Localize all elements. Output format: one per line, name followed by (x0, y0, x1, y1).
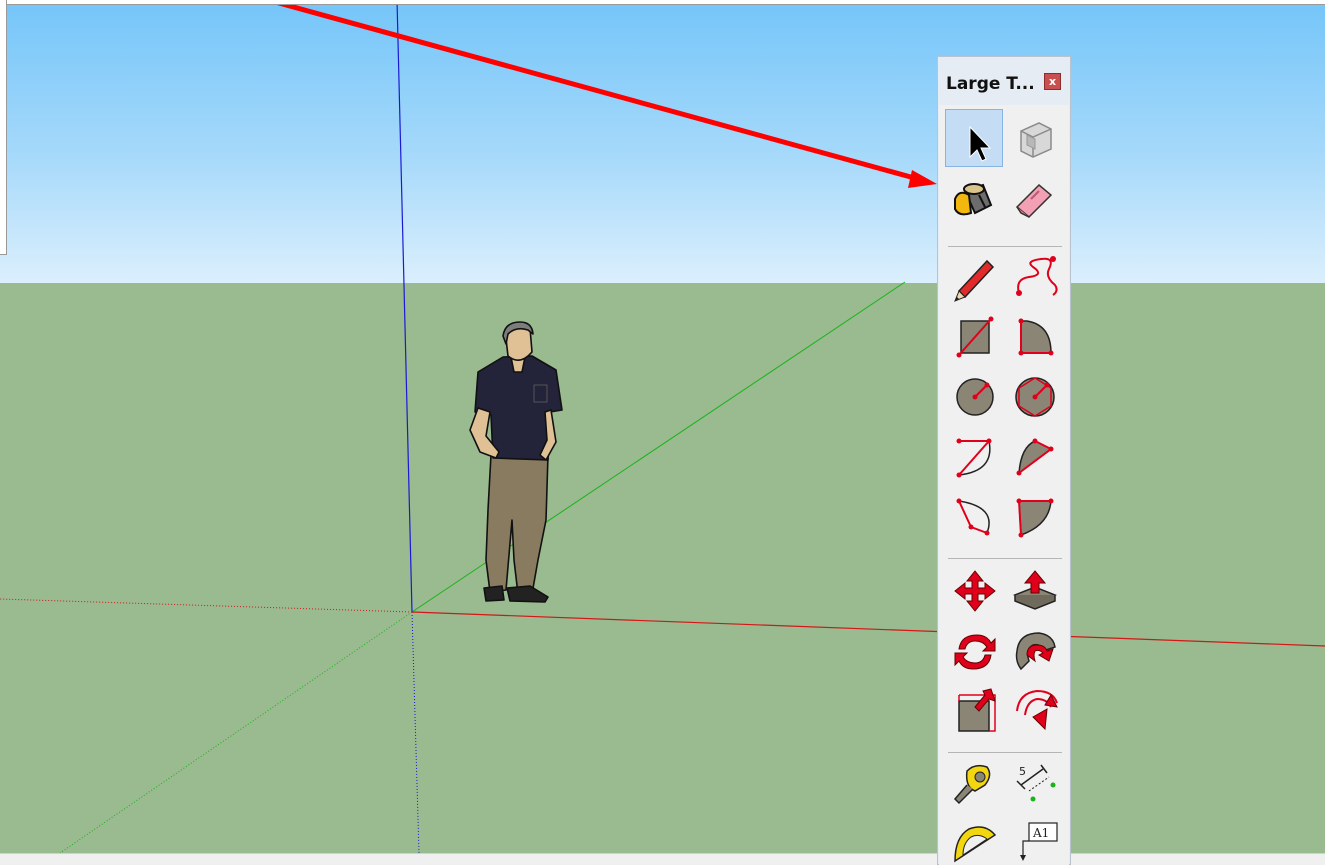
line-tool-button[interactable] (945, 247, 1003, 305)
close-button[interactable]: x (1044, 73, 1061, 90)
top-window-edge (0, 0, 1325, 5)
rotated-rectangle-icon (1018, 318, 1054, 356)
three-point-arc-icon (956, 498, 990, 536)
circle-tool-button[interactable] (945, 367, 1003, 425)
rotate-icon (954, 634, 996, 670)
two-point-arc-tool-button[interactable] (1005, 427, 1063, 485)
red-axis (411, 611, 1325, 647)
toolbar-separator (948, 752, 1062, 753)
green-axis-negative (59, 611, 413, 854)
arc-tool-button[interactable] (945, 427, 1003, 485)
move-tool-button[interactable] (945, 561, 1003, 619)
protractor-icon (954, 826, 997, 863)
toolbar-separator (948, 558, 1062, 559)
three-point-arc-tool-button[interactable] (945, 487, 1003, 545)
two-point-arc-icon (1016, 438, 1054, 476)
make-component-tool-button[interactable] (1005, 109, 1063, 167)
offset-icon (1016, 689, 1058, 731)
eraser-icon (1015, 183, 1053, 219)
select-tool-button[interactable] (945, 109, 1003, 167)
dimension-tool-button[interactable]: 5 (1005, 755, 1063, 813)
status-bar (0, 853, 1325, 865)
left-panel-edge (0, 0, 7, 255)
freehand-tool-button[interactable] (1005, 247, 1063, 305)
text-tool-button[interactable]: A1 (1005, 813, 1063, 865)
arrow-cursor-icon (969, 125, 992, 162)
follow-me-tool-button[interactable] (1005, 621, 1063, 679)
scale-icon (958, 688, 996, 732)
svg-text:5: 5 (1019, 765, 1026, 778)
paint-bucket-icon (954, 183, 993, 216)
polygon-icon (1015, 377, 1055, 417)
pencil-icon (954, 259, 995, 302)
tape-measure-tool-button[interactable] (945, 755, 1003, 813)
person-figure (469, 321, 563, 603)
push-pull-tool-button[interactable] (1005, 561, 1063, 619)
pie-tool-button[interactable] (1005, 487, 1063, 545)
annotation-arrow-head (908, 170, 937, 188)
model-scene (0, 0, 1325, 854)
push-pull-icon (1012, 570, 1058, 610)
circle-icon (956, 378, 994, 416)
red-axis-negative (0, 598, 413, 613)
large-tool-set-toolbar: Large T... x 5 A1 (937, 56, 1071, 865)
rectangle-tool-button[interactable] (945, 307, 1003, 365)
toolbar-body: 5 A1 (939, 105, 1069, 865)
offset-tool-button[interactable] (1005, 681, 1063, 739)
freehand-icon (1016, 256, 1058, 296)
polygon-tool-button[interactable] (1005, 367, 1063, 425)
dimension-icon: 5 (1016, 764, 1056, 802)
protractor-tool-button[interactable] (945, 813, 1003, 865)
rotate-tool-button[interactable] (945, 621, 1003, 679)
annotation-arrow (267, 0, 919, 182)
follow-me-icon (1015, 632, 1056, 671)
arc-icon (956, 438, 992, 478)
eraser-tool-button[interactable] (1005, 169, 1063, 227)
pie-icon (1016, 498, 1054, 538)
tape-measure-icon (953, 764, 991, 805)
scale-tool-button[interactable] (945, 681, 1003, 739)
rotated-rectangle-tool-button[interactable] (1005, 307, 1063, 365)
close-icon: x (1048, 75, 1057, 88)
text-icon: A1 (1020, 822, 1058, 861)
text-tool-label: A1 (1032, 826, 1049, 840)
rectangle-icon (956, 316, 994, 358)
paint-bucket-tool-button[interactable] (945, 169, 1003, 227)
toolbar-title: Large T... (946, 74, 1035, 94)
toolbar-title-bar[interactable]: Large T... x (938, 57, 1070, 105)
component-box-icon (1020, 122, 1052, 158)
blue-axis (396, 0, 413, 613)
move-icon (954, 570, 996, 612)
blue-axis-negative (411, 611, 420, 854)
drawing-viewport[interactable]: Large T... x 5 A1 (0, 0, 1325, 865)
